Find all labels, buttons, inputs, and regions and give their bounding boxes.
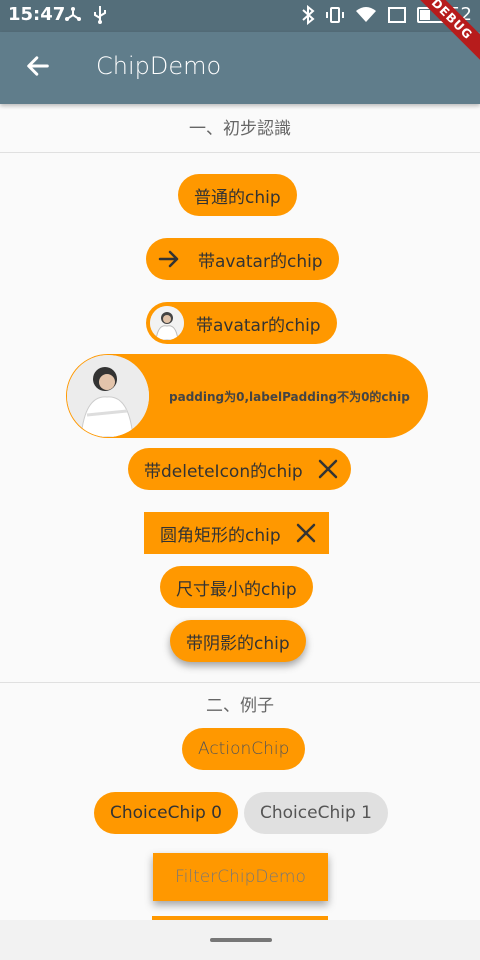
chip-label: 带阴影的chip (186, 633, 290, 654)
plain-chip[interactable]: 普通的chip (178, 174, 297, 216)
wifi-icon (356, 6, 377, 22)
status-bar: 15:47 52 (0, 0, 480, 32)
filter-chip-demo-button[interactable]: FilterChipDemo (153, 853, 328, 901)
choice-chip-1[interactable]: ChoiceChip 1 (244, 792, 388, 834)
chip-label: 带deleteIcon的chip (144, 461, 303, 482)
chip-label: 带avatar的chip (196, 315, 321, 336)
status-left-icons (64, 4, 108, 24)
arrow-back-icon[interactable] (24, 52, 52, 80)
chip-label: ActionChip (198, 739, 290, 759)
close-icon[interactable] (317, 458, 339, 480)
bluetooth-icon (302, 4, 315, 25)
navigation-handle-area (0, 920, 480, 960)
home-handle[interactable] (210, 938, 272, 942)
app-bar: ChipDemo (0, 32, 480, 104)
chip-label: 普通的chip (194, 187, 281, 208)
arrow-forward-icon (152, 242, 186, 276)
section-header-examples: 二、例子 (206, 696, 274, 716)
chip-label: 尺寸最小的chip (176, 579, 297, 600)
avatar-photo (67, 355, 149, 437)
page-title: ChipDemo (96, 52, 222, 80)
padding-chip[interactable]: padding为0,labelPadding不为0的chip (66, 354, 428, 438)
avatar-photo-chip[interactable]: 带avatar的chip (146, 302, 337, 344)
shadow-chip[interactable]: 带阴影的chip (170, 620, 306, 662)
button-label: FilterChipDemo (175, 867, 306, 887)
delete-icon-chip[interactable]: 带deleteIcon的chip (128, 448, 351, 490)
chip-label: padding为0,labelPadding不为0的chip (169, 389, 410, 404)
status-time: 15:47 (8, 4, 66, 25)
chip-label: 带avatar的chip (198, 251, 323, 272)
avatar-arrow-chip[interactable]: 带avatar的chip (146, 238, 339, 280)
section-divider (0, 152, 480, 153)
vibrate-icon (326, 6, 345, 23)
chip-label: 圆角矩形的chip (160, 525, 281, 546)
chip-label: ChoiceChip 1 (260, 803, 372, 823)
choice-chip-0[interactable]: ChoiceChip 0 (94, 792, 238, 834)
action-chip[interactable]: ActionChip (182, 728, 306, 770)
avatar-photo (150, 306, 184, 340)
rounded-rect-chip[interactable]: 圆角矩形的chip (144, 512, 329, 554)
fork-icon (65, 7, 81, 21)
usb-icon (94, 6, 106, 24)
min-size-chip[interactable]: 尺寸最小的chip (160, 566, 313, 608)
close-icon[interactable] (295, 522, 317, 544)
section-header-intro: 一、初步認識 (189, 119, 291, 139)
chip-label: ChoiceChip 0 (110, 803, 222, 823)
screenshot-icon (388, 6, 407, 23)
